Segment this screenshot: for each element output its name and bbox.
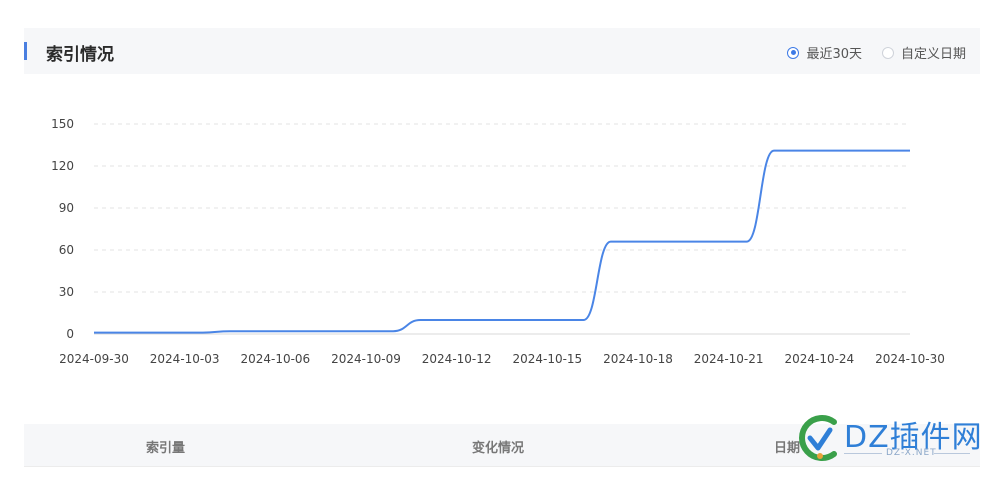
series-line: [94, 149, 910, 334]
watermark-rule: [934, 453, 970, 454]
y-tick-label: 0: [66, 327, 74, 341]
y-tick-label: 30: [59, 285, 74, 299]
x-tick-label: 2024-10-03: [150, 352, 220, 366]
index-line-chart: 150 120 90 60 30 0 2024-09-30 2024-10-03 2024-10…: [51, 117, 945, 366]
y-tick-label: 150: [51, 117, 74, 131]
y-tick-label: 60: [59, 243, 74, 257]
x-tick-label: 2024-10-09: [331, 352, 401, 366]
x-tick-label: 2024-10-12: [422, 352, 492, 366]
y-tick-label: 120: [51, 159, 74, 173]
x-tick-label: 2024-10-15: [512, 352, 582, 366]
watermark-subtext: DZ-X.NET: [886, 448, 937, 458]
column-header-change: 变化情况: [472, 441, 525, 456]
dz-logo-icon: [799, 415, 837, 461]
column-header-index-count: 索引量: [146, 441, 186, 456]
x-tick-label: 2024-10-06: [240, 352, 310, 366]
watermark-logo: DZ插件网 DZ-X.NET: [796, 408, 986, 470]
x-tick-label: 2024-09-30: [59, 352, 129, 366]
y-tick-label: 90: [59, 201, 74, 215]
x-tick-label: 2024-10-24: [784, 352, 854, 366]
x-tick-label: 2024-10-30: [875, 352, 945, 366]
x-tick-label: 2024-10-18: [603, 352, 673, 366]
x-tick-label: 2024-10-21: [694, 352, 764, 366]
watermark-rule: [844, 453, 882, 454]
